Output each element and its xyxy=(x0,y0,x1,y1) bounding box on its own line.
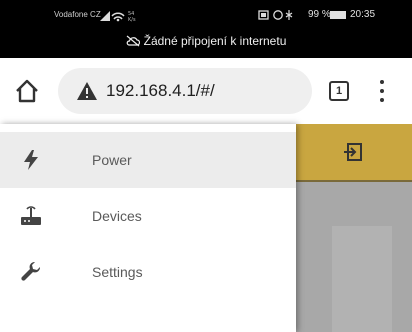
status-bar: Vodafone CZ 54 K/s 99 % 20:35 Žádné přip… xyxy=(0,0,412,58)
router-icon xyxy=(21,206,41,225)
not-secure-warning-icon[interactable] xyxy=(76,81,98,101)
screen: Vodafone CZ 54 K/s 99 % 20:35 Žádné přip… xyxy=(0,0,412,332)
no-internet-banner: Žádné připojení k internetu xyxy=(0,31,412,51)
menu-dot xyxy=(380,98,384,102)
browser-toolbar: 192.168.4.1/#/ 1 xyxy=(0,58,412,124)
tab-switcher-button[interactable]: 1 xyxy=(329,81,349,101)
no-internet-text: Žádné připojení k internetu xyxy=(143,34,287,48)
status-row: Vodafone CZ 54 K/s 99 % 20:35 xyxy=(0,6,412,24)
menu-dot xyxy=(380,80,384,84)
home-icon[interactable] xyxy=(12,76,42,106)
nav-item-label: Devices xyxy=(92,208,142,224)
wrench-icon xyxy=(21,261,41,281)
bolt-icon xyxy=(24,150,38,170)
svg-text:K/s: K/s xyxy=(128,17,136,22)
nav-item-label: Settings xyxy=(92,264,143,280)
url-text[interactable]: 192.168.4.1/#/ xyxy=(106,68,215,114)
address-bar[interactable]: 192.168.4.1/#/ xyxy=(58,68,312,114)
nav-item-devices[interactable]: Devices xyxy=(0,188,296,244)
nav-item-label: Power xyxy=(92,152,132,168)
overflow-menu-icon[interactable] xyxy=(374,78,390,104)
cloud-off-icon xyxy=(126,35,140,47)
battery-level: 99 % xyxy=(308,9,331,20)
navigation-drawer: Power Devices Settings xyxy=(0,124,296,332)
content-card xyxy=(332,226,392,332)
menu-dot xyxy=(380,89,384,93)
carrier-name: Vodafone CZ xyxy=(54,10,101,19)
nav-item-settings[interactable]: Settings xyxy=(0,244,296,300)
logout-icon[interactable] xyxy=(342,141,364,163)
battery-icon xyxy=(330,11,346,19)
signal-wifi-icon: 54 K/s xyxy=(100,11,136,22)
notification-icons xyxy=(258,10,293,20)
status-clock: 20:35 xyxy=(350,9,376,20)
nav-item-power[interactable]: Power xyxy=(0,132,296,188)
